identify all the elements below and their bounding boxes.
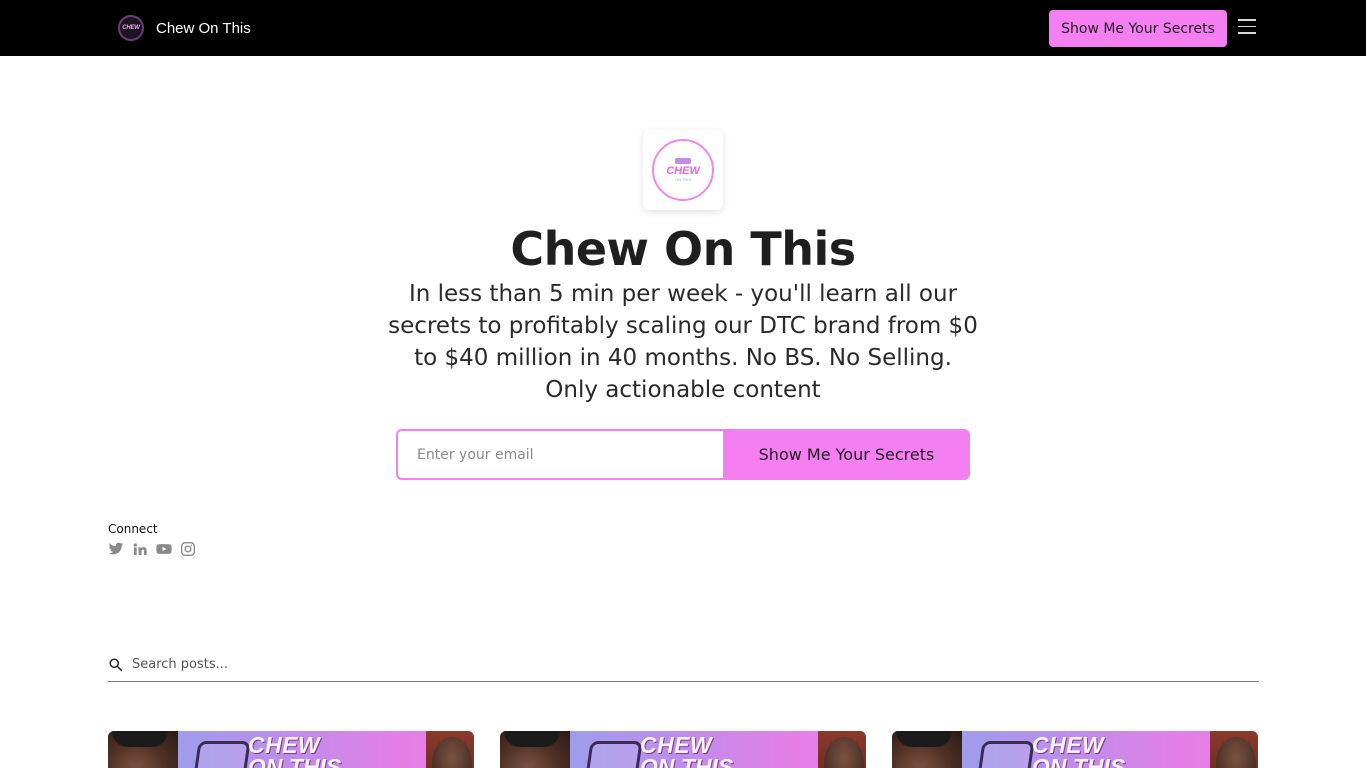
post-thumbnail-title: CHEW (640, 732, 713, 758)
microphone-icon (585, 741, 643, 768)
top-navigation-bar: CHEW Chew On This Show Me Your Secrets (0, 0, 1366, 56)
subscribe-form: Show Me Your Secrets (396, 429, 970, 480)
post-thumbnail-title: CHEW (1032, 732, 1105, 758)
twitter-icon[interactable] (108, 541, 124, 557)
post-thumbnail-subtitle: ON THIS (1032, 754, 1126, 768)
connect-label: Connect (108, 522, 158, 536)
post-thumbnail-guest (818, 731, 866, 768)
publication-logo: CHEW ON THIS (643, 130, 723, 210)
microphone-icon (977, 741, 1035, 768)
logo-badge: CHEW ON THIS (652, 139, 714, 201)
post-thumbnail-title: CHEW (248, 732, 321, 758)
brand-name: Chew On This (156, 19, 251, 37)
post-thumbnail-guest (1210, 731, 1258, 768)
post-thumbnail-person (500, 731, 570, 768)
logo-text-bottom: ON THIS (674, 177, 692, 182)
page-title: Chew On This (510, 222, 856, 276)
post-card[interactable]: CHEW ON THIS (108, 731, 474, 768)
email-input[interactable] (396, 429, 723, 480)
search-bar (108, 653, 1259, 682)
search-input[interactable] (132, 656, 1232, 672)
subscribe-button[interactable]: Show Me Your Secrets (723, 429, 970, 480)
post-thumbnail-guest (426, 731, 474, 768)
brand-logo-text: CHEW (122, 25, 140, 31)
nav-subscribe-button[interactable]: Show Me Your Secrets (1049, 10, 1227, 47)
post-thumbnail-person (108, 731, 178, 768)
social-links (108, 541, 196, 557)
post-thumbnail-person (892, 731, 962, 768)
search-icon (109, 657, 123, 671)
post-card[interactable]: CHEW ON THIS (500, 731, 866, 768)
linkedin-icon[interactable] (132, 541, 148, 557)
post-thumbnail-subtitle: ON THIS (248, 754, 342, 768)
post-card[interactable]: CHEW ON THIS (892, 731, 1258, 768)
brand-logo: CHEW (118, 15, 144, 41)
hamburger-menu-icon[interactable] (1238, 19, 1256, 35)
brand-link[interactable]: CHEW Chew On This (118, 14, 251, 42)
microphone-icon (675, 158, 691, 164)
page-subtitle: In less than 5 min per week - you'll lea… (388, 281, 978, 403)
post-thumbnail-subtitle: ON THIS (640, 754, 734, 768)
youtube-icon[interactable] (156, 541, 172, 557)
logo-text-top: CHEW (666, 165, 700, 177)
microphone-icon (193, 741, 251, 768)
instagram-icon[interactable] (180, 541, 196, 557)
